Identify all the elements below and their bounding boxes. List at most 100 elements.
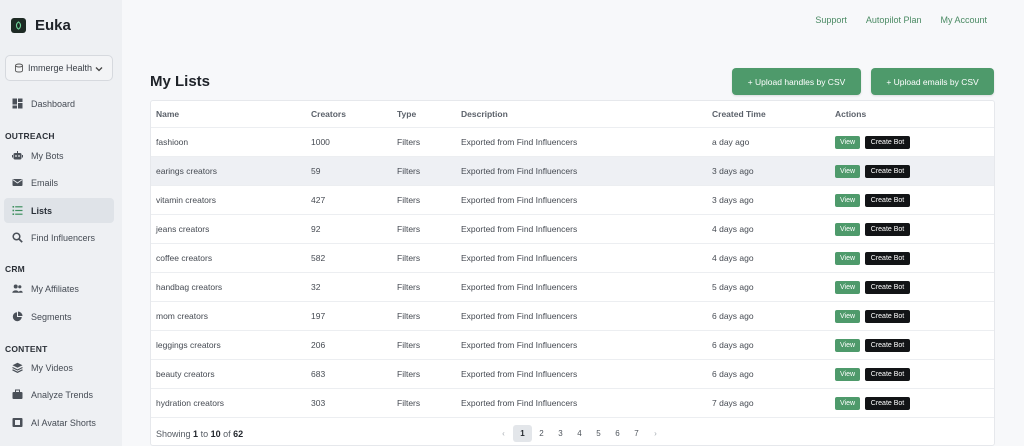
page-button-4[interactable]: 4: [570, 425, 589, 442]
sidebar-item-dashboard[interactable]: Dashboard: [4, 91, 114, 116]
cell-type: Filters: [397, 137, 421, 147]
sidebar-item-label: Find Influencers: [31, 232, 96, 243]
table-row[interactable]: vitamin creators 427 Filters Exported fr…: [151, 186, 994, 215]
cell-actions: View Create Bot: [835, 128, 910, 156]
create-bot-button[interactable]: Create Bot: [865, 135, 910, 149]
view-button[interactable]: View: [835, 135, 860, 149]
table-row[interactable]: handbag creators 32 Filters Exported fro…: [151, 273, 994, 302]
table-row[interactable]: fashioon 1000 Filters Exported from Find…: [151, 128, 994, 157]
pie-chart-icon: [12, 311, 23, 322]
cell-created-time: 6 days ago: [712, 311, 754, 321]
create-bot-button[interactable]: Create Bot: [865, 338, 910, 352]
chevron-right-icon[interactable]: ›: [646, 425, 665, 442]
create-bot-button[interactable]: Create Bot: [865, 309, 910, 323]
cell-name: mom creators: [156, 311, 208, 321]
sidebar-item-lists[interactable]: Lists: [4, 198, 114, 223]
cell-creators: 59: [311, 166, 321, 176]
organization-select[interactable]: Immerge Health: [5, 55, 113, 81]
table-row[interactable]: jeans creators 92 Filters Exported from …: [151, 215, 994, 244]
page-button-6[interactable]: 6: [608, 425, 627, 442]
create-bot-button[interactable]: Create Bot: [865, 251, 910, 265]
sidebar-item-emails[interactable]: Emails: [4, 170, 114, 195]
upload-handles-csv-button[interactable]: + Upload handles by CSV: [732, 68, 861, 95]
autopilot-plan-link[interactable]: Autopilot Plan: [866, 15, 922, 25]
view-button[interactable]: View: [835, 280, 860, 294]
create-bot-button[interactable]: Create Bot: [865, 396, 910, 410]
column-header-creators[interactable]: Creators: [311, 101, 346, 127]
showing-to-word: to: [200, 429, 209, 439]
database-icon: [15, 63, 23, 73]
showing-total: 62: [233, 429, 244, 439]
cell-actions: View Create Bot: [835, 389, 910, 417]
table-row[interactable]: leggings creators 206 Filters Exported f…: [151, 331, 994, 360]
cell-type: Filters: [397, 253, 421, 263]
section-title-content: CONTENT: [5, 344, 48, 354]
page-button-7[interactable]: 7: [627, 425, 646, 442]
create-bot-button[interactable]: Create Bot: [865, 193, 910, 207]
column-header-created-time[interactable]: Created Time: [712, 101, 766, 127]
view-button[interactable]: View: [835, 338, 860, 352]
cell-created-time: 5 days ago: [712, 282, 754, 292]
cell-creators: 32: [311, 282, 321, 292]
column-header-actions: Actions: [835, 109, 867, 119]
create-bot-button[interactable]: Create Bot: [865, 222, 910, 236]
layers-icon: [12, 362, 23, 373]
table-row[interactable]: hydration creators 303 Filters Exported …: [151, 389, 994, 418]
cell-type: Filters: [397, 311, 421, 321]
sidebar-item-ai-avatar-shorts[interactable]: AI Avatar Shorts: [4, 410, 114, 435]
view-button[interactable]: View: [835, 251, 860, 265]
create-bot-button[interactable]: Create Bot: [865, 280, 910, 294]
page-button-5[interactable]: 5: [589, 425, 608, 442]
table-row[interactable]: coffee creators 582 Filters Exported fro…: [151, 244, 994, 273]
view-button[interactable]: View: [835, 309, 860, 323]
view-button[interactable]: View: [835, 222, 860, 236]
briefcase-icon: [12, 389, 23, 400]
sidebar-item-my-affiliates[interactable]: My Affiliates: [4, 276, 114, 301]
column-header-name[interactable]: Name: [156, 101, 179, 127]
create-bot-button[interactable]: Create Bot: [865, 164, 910, 178]
cell-creators: 92: [311, 224, 321, 234]
my-account-link[interactable]: My Account: [940, 15, 987, 25]
cell-type: Filters: [397, 369, 421, 379]
table-row[interactable]: mom creators 197 Filters Exported from F…: [151, 302, 994, 331]
sidebar-item-label: My Affiliates: [31, 283, 79, 294]
cell-name: earings creators: [156, 166, 217, 176]
film-icon: [12, 417, 23, 428]
sidebar-item-my-bots[interactable]: My Bots: [4, 143, 114, 168]
users-icon: [12, 283, 23, 294]
cell-description: Exported from Find Influencers: [461, 369, 578, 379]
euka-logo-icon: [11, 18, 26, 33]
brand[interactable]: Euka: [11, 17, 71, 34]
column-header-type[interactable]: Type: [397, 101, 416, 127]
cell-description: Exported from Find Influencers: [461, 224, 578, 234]
view-button[interactable]: View: [835, 367, 860, 381]
cell-created-time: 3 days ago: [712, 195, 754, 205]
section-title-crm: CRM: [5, 264, 25, 274]
page-button-2[interactable]: 2: [532, 425, 551, 442]
column-header-description[interactable]: Description: [461, 101, 508, 127]
cell-name: jeans creators: [156, 224, 210, 234]
sidebar-item-segments[interactable]: Segments: [4, 304, 114, 329]
page-title: My Lists: [150, 73, 211, 90]
cell-creators: 683: [311, 369, 326, 379]
pagination: ‹ 1 2 3 4 5 6 7 ›: [494, 425, 665, 442]
page-button-3[interactable]: 3: [551, 425, 570, 442]
view-button[interactable]: View: [835, 193, 860, 207]
view-button[interactable]: View: [835, 396, 860, 410]
sidebar-item-analyze-trends[interactable]: Analyze Trends: [4, 382, 114, 407]
create-bot-button[interactable]: Create Bot: [865, 367, 910, 381]
page-button-1[interactable]: 1: [513, 425, 532, 442]
table-header: Name Creators Type Description Created T…: [151, 101, 994, 128]
chevron-left-icon[interactable]: ‹: [494, 425, 513, 442]
sidebar-item-find-influencers[interactable]: Find Influencers: [4, 225, 114, 250]
support-link[interactable]: Support: [815, 15, 847, 25]
table-row[interactable]: earings creators 59 Filters Exported fro…: [151, 157, 994, 186]
sidebar-item-label: AI Avatar Shorts: [31, 417, 96, 428]
upload-emails-csv-button[interactable]: + Upload emails by CSV: [871, 68, 994, 95]
search-icon: [12, 232, 23, 243]
sidebar-item-my-videos[interactable]: My Videos: [4, 355, 114, 380]
table-row[interactable]: beauty creators 683 Filters Exported fro…: [151, 360, 994, 389]
chevron-down-icon: [95, 67, 103, 72]
cell-actions: View Create Bot: [835, 360, 910, 388]
view-button[interactable]: View: [835, 164, 860, 178]
